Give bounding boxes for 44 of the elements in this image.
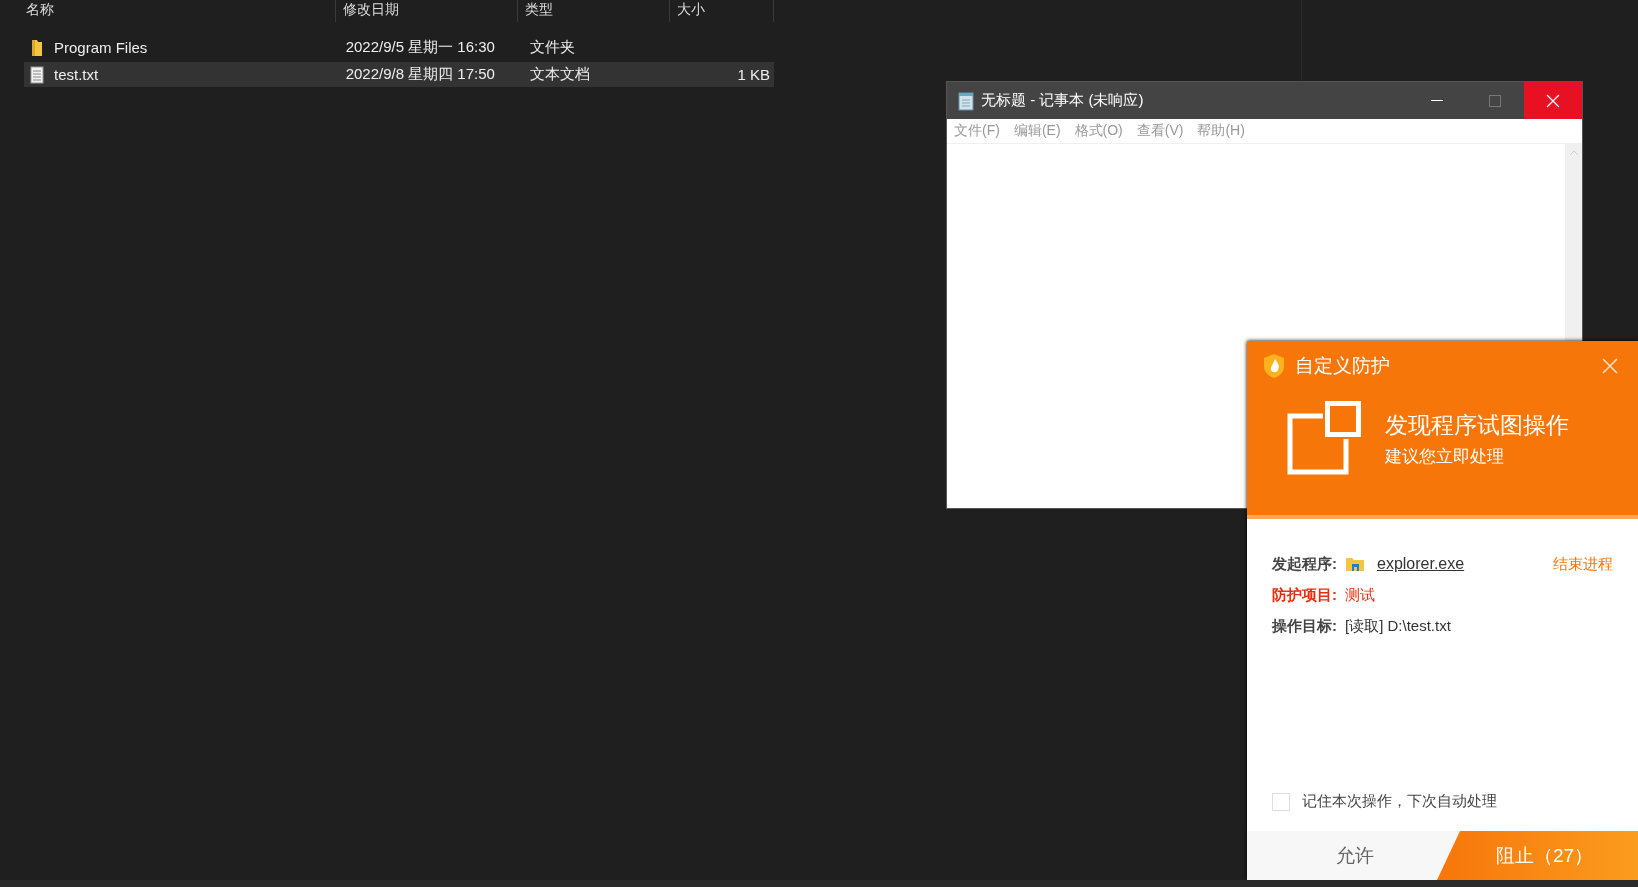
column-header[interactable]: 类型: [517, 0, 671, 22]
program-link[interactable]: explorer.exe: [1377, 555, 1465, 573]
maximize-icon: [1489, 94, 1501, 107]
menu-item[interactable]: 格式(O): [1074, 122, 1123, 140]
field-value: [读取] D:\test.txt: [1345, 616, 1451, 636]
window-icon: [1285, 401, 1361, 477]
folder-icon: [30, 38, 44, 57]
end-process-link[interactable]: 结束进程: [1553, 554, 1613, 574]
window-title: 无标题 - 记事本 (未响应): [981, 91, 1144, 110]
caret-up-icon[interactable]: [1568, 150, 1579, 156]
modified-date: 2022/9/5 星期一 16:30: [344, 38, 496, 57]
shield-flame-icon: [1263, 353, 1285, 379]
menu-item[interactable]: 查看(V): [1136, 122, 1184, 140]
notepad-icon: [957, 90, 975, 111]
column-header[interactable]: 修改日期: [335, 0, 518, 22]
close-icon: [1602, 358, 1618, 374]
file-name: test.txt: [54, 66, 99, 83]
close-button[interactable]: [1524, 82, 1582, 119]
column-header[interactable]: 大小: [670, 0, 774, 22]
remember-checkbox[interactable]: [1272, 792, 1290, 811]
close-button[interactable]: [1600, 356, 1620, 376]
alert-headline: 发现程序试图操作: [1385, 411, 1569, 440]
file-row[interactable]: Program Files 2022/9/5 星期一 16:30 文件夹: [24, 35, 774, 60]
file-type: 文本文档: [528, 65, 591, 84]
modified-date: 2022/9/8 星期四 17:50: [344, 65, 496, 84]
menu-item[interactable]: 编辑(E): [1013, 122, 1061, 140]
column-header[interactable]: 名称: [24, 0, 336, 22]
menu-item[interactable]: 文件(F): [954, 122, 1000, 140]
file-size: 1 KB: [737, 66, 770, 83]
popup-title: 自定义防护: [1295, 354, 1390, 378]
document-icon: [30, 65, 44, 84]
close-icon: [1546, 93, 1560, 108]
field-label: 防护项目:: [1272, 585, 1337, 605]
minimize-icon: [1431, 99, 1443, 102]
remember-label: 记住本次操作，下次自动处理: [1302, 792, 1497, 811]
file-type: 文件夹: [528, 38, 576, 57]
field-value: 测试: [1345, 585, 1375, 605]
menu-item[interactable]: 帮助(H): [1197, 122, 1245, 140]
file-row[interactable]: test.txt 2022/9/8 星期四 17:50 文本文档 1 KB: [24, 62, 774, 87]
file-name: Program Files: [54, 39, 148, 56]
alert-subline: 建议您立即处理: [1385, 446, 1505, 468]
field-label: 操作目标:: [1272, 616, 1337, 636]
field-label: 发起程序:: [1272, 554, 1337, 574]
folder-icon: [1345, 556, 1365, 572]
